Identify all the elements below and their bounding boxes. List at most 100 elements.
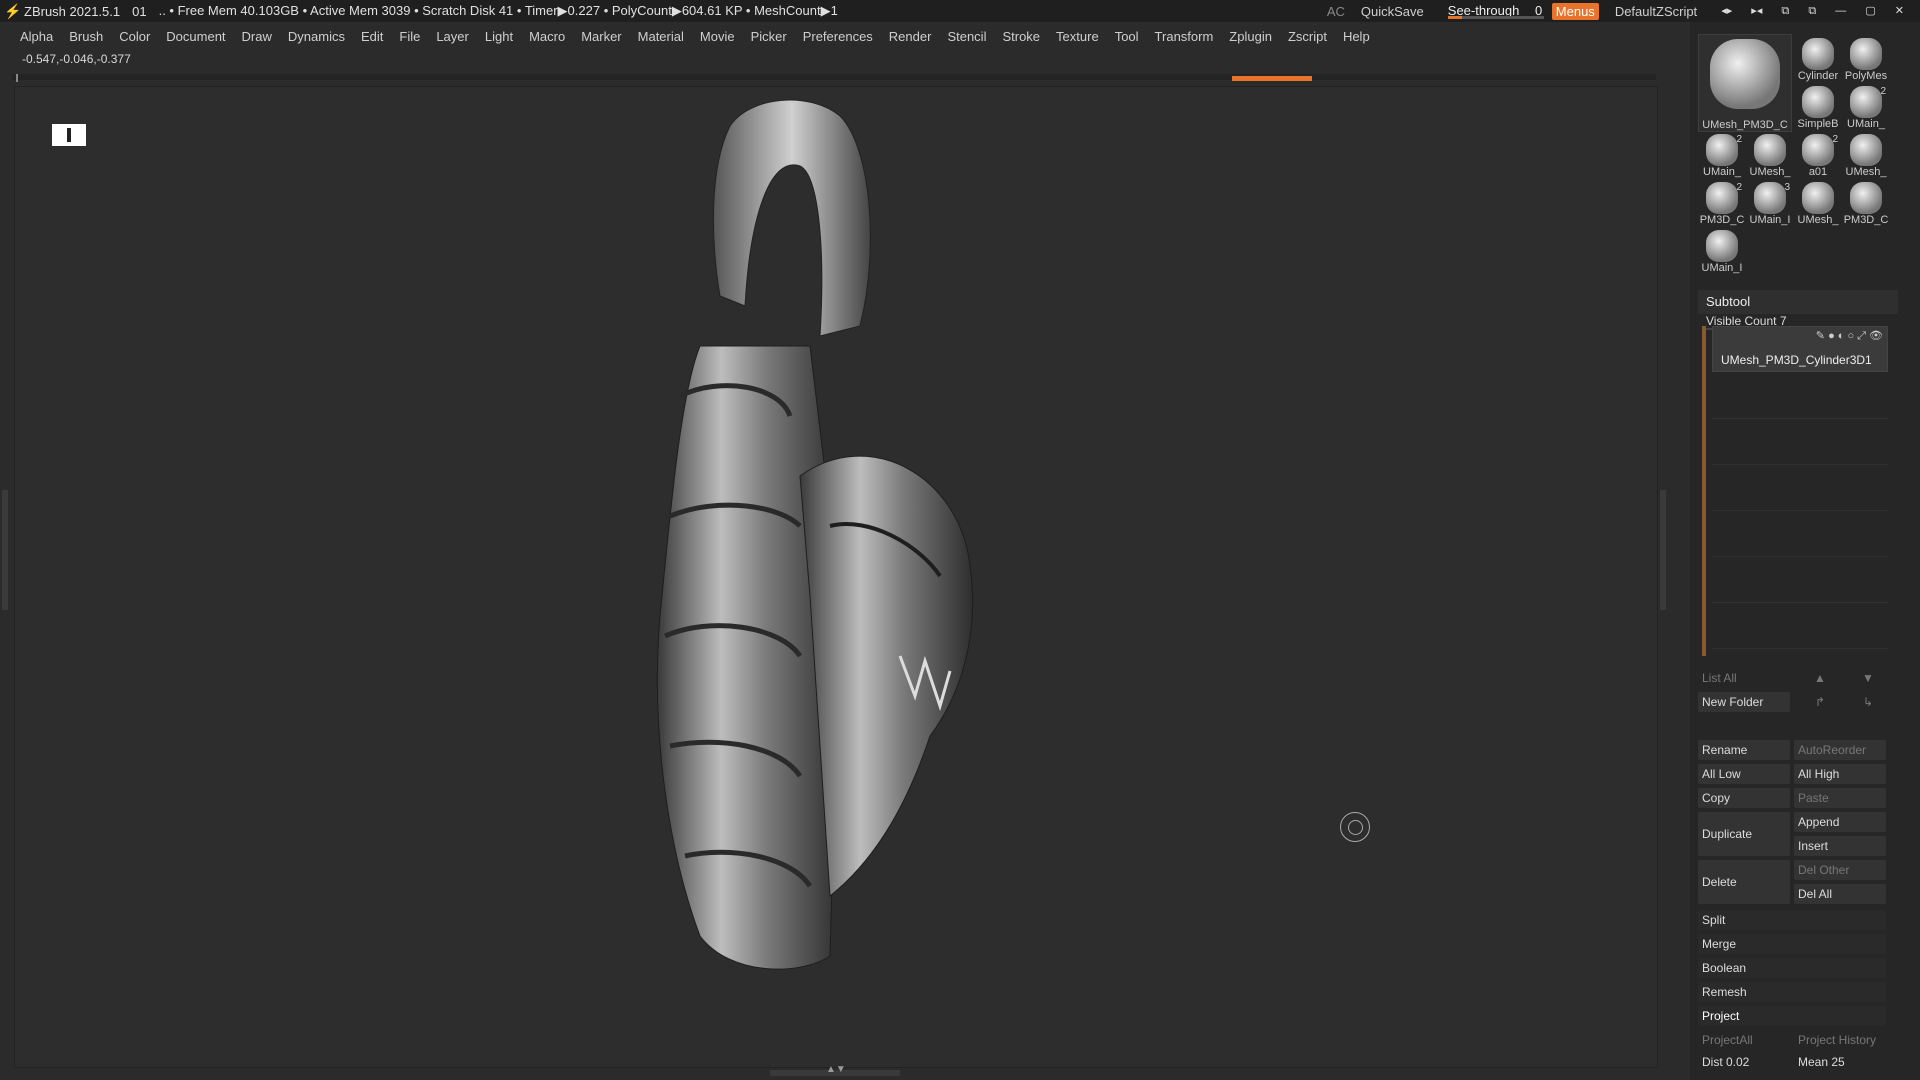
menu-preferences[interactable]: Preferences [803, 29, 873, 44]
chevron-up-icon: ▲▼ [826, 1064, 846, 1075]
project-menu[interactable]: Project [1698, 1006, 1886, 1026]
menu-transform[interactable]: Transform [1155, 29, 1214, 44]
tool-mesh-icon [1802, 86, 1834, 118]
tool-mesh-icon [1802, 182, 1834, 214]
tool-thumbnail[interactable]: UMain_I [1698, 226, 1746, 274]
tool-thumbnail[interactable]: UMain_ 2 [1698, 130, 1746, 178]
tool-thumbnail[interactable]: UMesh_ [1746, 130, 1794, 178]
del-all-button[interactable]: Del All [1794, 884, 1886, 904]
tool-thumbnail[interactable]: PM3D_C 2 [1698, 178, 1746, 226]
split-menu[interactable]: Split [1698, 910, 1886, 930]
right-tray-handle[interactable] [1660, 490, 1666, 610]
menu-movie[interactable]: Movie [700, 29, 735, 44]
tool-count: 3 [1784, 182, 1790, 193]
tool-count: 2 [1832, 134, 1838, 145]
subtool-item[interactable]: ✎ ● ◐ ○ ⤢ 👁 UMesh_PM3D_Cylinder3D1 [1712, 326, 1888, 372]
all-high-button[interactable]: All High [1794, 764, 1886, 784]
all-low-button[interactable]: All Low [1698, 764, 1790, 784]
tool-mesh-icon [1754, 134, 1786, 166]
list-all-button[interactable]: List All [1698, 668, 1790, 688]
quicksave-button[interactable]: QuickSave [1361, 4, 1424, 19]
autoreorder-button[interactable]: AutoReorder [1794, 740, 1886, 760]
tool-mesh-icon [1850, 134, 1882, 166]
menu-document[interactable]: Document [166, 29, 225, 44]
delete-button[interactable]: Delete [1698, 860, 1790, 904]
rename-button[interactable]: Rename [1698, 740, 1790, 760]
menus-toggle-button[interactable]: Menus [1551, 2, 1599, 20]
move-up-icon[interactable]: ▲ [1800, 668, 1840, 688]
project-history-button[interactable]: Project History [1794, 1030, 1886, 1050]
sculpted-pendant-model[interactable] [640, 96, 1020, 1056]
bottom-tray-handle[interactable]: ▲▼ [770, 1064, 900, 1076]
left-tray-handle[interactable] [2, 490, 8, 610]
menu-tool[interactable]: Tool [1115, 29, 1139, 44]
paste-button[interactable]: Paste [1794, 788, 1886, 808]
tool-mesh-icon [1706, 134, 1738, 166]
tool-thumbnail[interactable]: a01 2 [1794, 130, 1842, 178]
menu-material[interactable]: Material [638, 29, 684, 44]
menu-edit[interactable]: Edit [361, 29, 383, 44]
ac-label[interactable]: AC [1327, 4, 1345, 19]
menu-layer[interactable]: Layer [436, 29, 469, 44]
menu-marker[interactable]: Marker [581, 29, 621, 44]
menu-texture[interactable]: Texture [1056, 29, 1099, 44]
tool-thumbnail[interactable]: PM3D_C [1842, 178, 1890, 226]
menu-zplugin[interactable]: Zplugin [1229, 29, 1272, 44]
menu-alpha[interactable]: Alpha [20, 29, 53, 44]
subtool-visibility-icons[interactable]: ✎ ● ◐ ○ ⤢ 👁 [1816, 329, 1883, 343]
subtool-header[interactable]: Subtool [1698, 290, 1898, 314]
tool-thumbnail[interactable]: UMesh_ [1794, 178, 1842, 226]
new-folder-button[interactable]: New Folder [1698, 692, 1790, 712]
append-button[interactable]: Append [1794, 812, 1886, 832]
boolean-menu[interactable]: Boolean [1698, 958, 1886, 978]
tool-thumbnail[interactable]: UMain_ 2 [1842, 82, 1890, 130]
menu-brush[interactable]: Brush [69, 29, 103, 44]
tool-thumbnail[interactable]: Cylinder [1794, 34, 1842, 82]
remesh-menu[interactable]: Remesh [1698, 982, 1886, 1002]
seethrough-slider[interactable]: See-through 0 [1440, 3, 1544, 19]
tool-thumbnail[interactable]: UMesh_ [1842, 130, 1890, 178]
tool-mesh-icon [1802, 38, 1834, 70]
duplicate-button[interactable]: Duplicate [1698, 812, 1790, 856]
tool-thumbnail[interactable]: UMesh_PM3D_C [1698, 34, 1792, 132]
menu-draw[interactable]: Draw [242, 29, 272, 44]
subtool-scroll-rail[interactable] [1702, 326, 1706, 656]
document-name: 01 [132, 3, 147, 19]
menu-stencil[interactable]: Stencil [947, 29, 986, 44]
tool-thumbnail[interactable]: UMain_I 3 [1746, 178, 1794, 226]
project-all-button[interactable]: ProjectAll [1698, 1030, 1790, 1050]
tool-label: UMesh_ [1749, 166, 1791, 178]
menu-help[interactable]: Help [1343, 29, 1370, 44]
menu-stroke[interactable]: Stroke [1002, 29, 1040, 44]
dist-slider[interactable]: Dist 0.02 [1698, 1052, 1790, 1072]
del-other-button[interactable]: Del Other [1794, 860, 1886, 880]
subtool-empty-slot [1712, 464, 1888, 511]
move-down-icon[interactable]: ▼ [1848, 668, 1888, 688]
folder-up-icon[interactable]: ↱ [1800, 692, 1840, 712]
subtool-empty-slot [1712, 510, 1888, 557]
copy-button[interactable]: Copy [1698, 788, 1790, 808]
folder-down-icon[interactable]: ↳ [1848, 692, 1888, 712]
tool-thumbnail[interactable]: PolyMes [1842, 34, 1890, 82]
tool-label: PolyMes [1844, 70, 1888, 82]
menu-macro[interactable]: Macro [529, 29, 565, 44]
merge-menu[interactable]: Merge [1698, 934, 1886, 954]
insert-button[interactable]: Insert [1794, 836, 1886, 856]
navigation-figure-icon[interactable] [52, 124, 86, 146]
tool-thumbnail[interactable]: SimpleB [1794, 82, 1842, 130]
tool-label: UMain_ [1847, 118, 1885, 130]
menu-light[interactable]: Light [485, 29, 513, 44]
menu-render[interactable]: Render [889, 29, 932, 44]
mean-slider[interactable]: Mean 25 [1794, 1052, 1886, 1072]
tool-label: UMain_I [1701, 262, 1743, 274]
menu-color[interactable]: Color [119, 29, 150, 44]
tool-label: SimpleB [1797, 118, 1839, 130]
menu-file[interactable]: File [399, 29, 420, 44]
menu-dynamics[interactable]: Dynamics [288, 29, 345, 44]
default-zscript-button[interactable]: DefaultZScript [1615, 4, 1697, 19]
expand-icon: ▸◂ [1751, 5, 1763, 17]
menu-zscript[interactable]: Zscript [1288, 29, 1327, 44]
menu-picker[interactable]: Picker [751, 29, 787, 44]
shelf-active-marker[interactable] [1232, 76, 1312, 81]
window-controls[interactable]: ◂▸ ▸◂ ⧉ ⧉ — ▢ ✕ [1713, 4, 1912, 18]
